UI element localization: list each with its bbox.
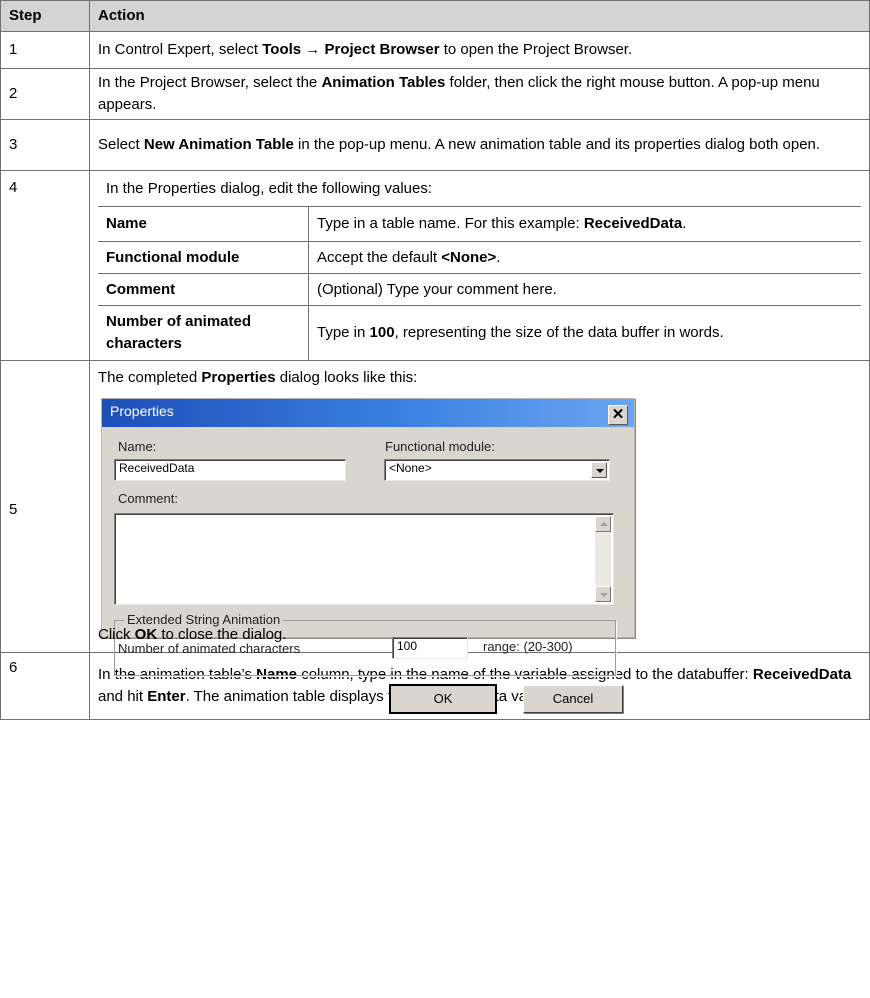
action-text: The completed Properties dialog looks li… bbox=[98, 369, 418, 386]
table-row: 5 The completed Properties dialog looks … bbox=[0, 360, 870, 714]
menu-project-browser: Project Browser bbox=[324, 41, 440, 58]
animation-tables-folder: Animation Tables bbox=[321, 74, 446, 91]
table-row: 1 In Control Expert, select Tools → Proj… bbox=[0, 31, 870, 69]
field-name: Comment bbox=[98, 273, 309, 306]
field-description: Type in 100, representing the size of th… bbox=[308, 305, 861, 360]
field-description: Accept the default <None>. bbox=[308, 241, 861, 274]
properties-fields-table: Name Type in a table name. For this exam… bbox=[98, 207, 861, 360]
table-row: 3 Select New Animation Table in the pop-… bbox=[0, 119, 870, 171]
field-name: Functional module bbox=[98, 241, 309, 274]
table-row: 4 In the Properties dialog, edit the fol… bbox=[0, 170, 870, 361]
step-number: 1 bbox=[0, 31, 90, 69]
action-text: In the Project Browser, select the Anima… bbox=[89, 68, 870, 120]
dialog-titlebar: Properties ✕ bbox=[102, 399, 634, 427]
field-name: Number of animated characters bbox=[98, 305, 309, 360]
comment-scrollbar[interactable] bbox=[595, 516, 611, 602]
comment-textarea[interactable] bbox=[114, 513, 614, 605]
action-text: Click OK to close the dialog. bbox=[98, 626, 287, 643]
step-number: 2 bbox=[0, 68, 90, 120]
action-cell: The completed Properties dialog looks li… bbox=[89, 360, 870, 714]
scroll-down-icon[interactable] bbox=[595, 586, 611, 602]
procedure-table: Step Action 1 In Control Expert, select … bbox=[0, 0, 870, 720]
step-number: 4 bbox=[0, 170, 90, 361]
comment-label: Comment: bbox=[118, 491, 178, 506]
action-text: In Control Expert, select Tools → Projec… bbox=[89, 31, 870, 69]
step-number: 3 bbox=[0, 119, 90, 171]
step-column-header: Step bbox=[0, 0, 90, 32]
field-row: Number of animated characters Type in 10… bbox=[98, 305, 861, 360]
action-column-header: Action bbox=[89, 0, 870, 32]
action-cell: In the Properties dialog, edit the follo… bbox=[89, 170, 870, 361]
table-header-row: Step Action bbox=[0, 0, 870, 32]
cancel-button[interactable]: Cancel bbox=[523, 685, 623, 713]
action-text: In the Properties dialog, edit the follo… bbox=[98, 171, 861, 207]
step-number: 5 bbox=[0, 360, 90, 653]
chevron-down-icon[interactable] bbox=[591, 462, 607, 478]
field-row: Comment (Optional) Type your comment her… bbox=[98, 273, 861, 306]
close-icon[interactable]: ✕ bbox=[608, 405, 628, 425]
step-number: 6 bbox=[0, 652, 90, 720]
action-text: Select New Animation Table in the pop-up… bbox=[89, 119, 870, 171]
table-row: 2 In the Project Browser, select the Ani… bbox=[0, 68, 870, 120]
new-animation-table-menu-item: New Animation Table bbox=[143, 136, 294, 153]
field-row: Functional module Accept the default <No… bbox=[98, 241, 861, 274]
scroll-up-icon[interactable] bbox=[595, 516, 611, 532]
chars-field[interactable]: 100 bbox=[392, 637, 468, 659]
field-description: (Optional) Type your comment here. bbox=[308, 273, 861, 306]
dialog-title: Properties bbox=[110, 403, 174, 419]
properties-dialog: Properties ✕ Name: ReceivedData Function… bbox=[101, 398, 635, 714]
functional-module-value: <None> bbox=[389, 461, 432, 475]
functional-module-label: Functional module: bbox=[385, 439, 495, 454]
name-label: Name: bbox=[118, 439, 157, 454]
name-field[interactable]: ReceivedData bbox=[114, 459, 346, 481]
ok-button[interactable]: OK bbox=[389, 684, 497, 714]
menu-tools: Tools bbox=[262, 41, 302, 58]
field-description: Type in a table name. For this example: … bbox=[308, 207, 861, 242]
field-name: Name bbox=[98, 207, 309, 242]
field-row: Name Type in a table name. For this exam… bbox=[98, 207, 861, 242]
functional-module-select[interactable]: <None> bbox=[384, 459, 610, 481]
range-text: range: (20-300) bbox=[483, 639, 573, 654]
